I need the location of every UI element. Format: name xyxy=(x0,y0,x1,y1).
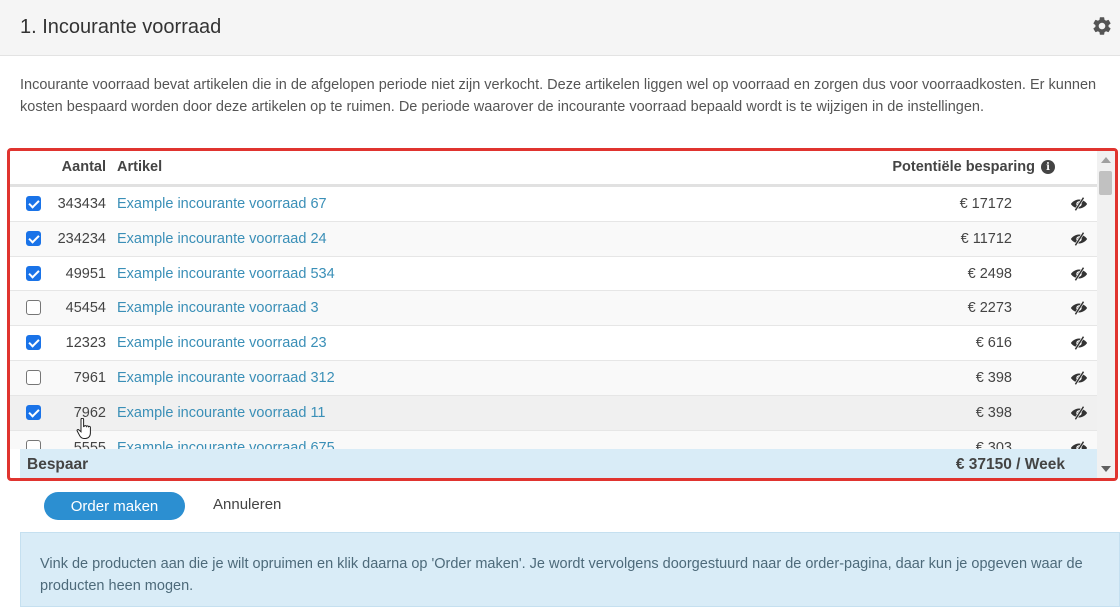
row-aantal: 7962 xyxy=(73,404,106,421)
row-besparing: € 616 xyxy=(975,335,1012,352)
scroll-down-arrow[interactable] xyxy=(1101,466,1111,472)
info-icon[interactable]: i xyxy=(1041,160,1055,174)
table-row[interactable]: 234234 Example incourante voorraad 24 € 11… xyxy=(10,221,1100,257)
row-aantal: 7961 xyxy=(73,369,106,386)
table-row[interactable]: 7962 Example incourante voorraad 11 € 398 xyxy=(10,395,1100,431)
page-title: 1. Incourante voorraad xyxy=(20,16,222,38)
row-artikel-link[interactable]: Example incourante voorraad 23 xyxy=(117,335,327,351)
row-aantal: 45454 xyxy=(65,300,106,317)
row-aantal: 234234 xyxy=(57,230,106,247)
table-footer: Bespaar € 37150 / Week xyxy=(20,449,1100,478)
order-maken-button[interactable]: Order maken xyxy=(44,492,185,520)
footer-total: € 37150 / Week xyxy=(955,456,1065,473)
row-checkbox[interactable] xyxy=(26,404,41,420)
hide-eye-icon[interactable] xyxy=(1070,440,1088,449)
intro-text: Incourante voorraad bevat artikelen die … xyxy=(20,77,1097,115)
row-besparing: € 11712 xyxy=(960,230,1012,247)
gear-icon[interactable] xyxy=(1091,15,1113,37)
row-aantal: 12323 xyxy=(65,335,106,352)
table-row[interactable]: 7961 Example incourante voorraad 312 € 398 xyxy=(10,360,1100,396)
row-besparing: € 398 xyxy=(975,369,1012,386)
row-aantal: 5555 xyxy=(73,439,106,449)
row-besparing: € 303 xyxy=(975,439,1012,449)
column-header-artikel[interactable]: Artikel xyxy=(117,159,162,175)
annuleren-link[interactable]: Annuleren xyxy=(213,496,281,513)
row-checkbox[interactable] xyxy=(26,230,41,246)
row-artikel-link[interactable]: Example incourante voorraad 67 xyxy=(117,196,327,212)
table-scrollbar[interactable] xyxy=(1097,151,1115,478)
table-row[interactable]: 5555 Example incourante voorraad 675 € 303 xyxy=(10,430,1100,449)
row-besparing: € 2273 xyxy=(967,300,1012,317)
footer-label: Bespaar xyxy=(27,456,89,473)
row-checkbox[interactable] xyxy=(26,335,41,351)
table-row[interactable]: 343434 Example incourante voorraad 67 € 17… xyxy=(10,187,1100,222)
row-aantal: 49951 xyxy=(65,265,106,282)
row-artikel-link[interactable]: Example incourante voorraad 3 xyxy=(117,300,319,316)
help-box: Vink de producten aan die je wilt opruim… xyxy=(20,532,1120,607)
table-row[interactable]: 45454 Example incourante voorraad 3 € 2273 xyxy=(10,291,1100,327)
row-artikel-link[interactable]: Example incourante voorraad 11 xyxy=(117,405,326,421)
hide-eye-icon[interactable] xyxy=(1070,266,1088,282)
table-body: 343434 Example incourante voorraad 67 € 17… xyxy=(10,187,1100,449)
row-artikel-link[interactable]: Example incourante voorraad 675 xyxy=(117,440,335,449)
row-artikel-link[interactable]: Example incourante voorraad 24 xyxy=(117,231,327,247)
row-besparing: € 17172 xyxy=(959,196,1012,212)
column-header-besparing-label: Potentiële besparing xyxy=(892,159,1035,175)
row-besparing: € 2498 xyxy=(967,265,1012,282)
scroll-thumb[interactable] xyxy=(1099,171,1112,195)
row-artikel-link[interactable]: Example incourante voorraad 534 xyxy=(117,266,335,282)
row-checkbox[interactable] xyxy=(26,265,41,281)
table-row[interactable]: 49951 Example incourante voorraad 534 € 24… xyxy=(10,257,1100,292)
scroll-up-arrow[interactable] xyxy=(1101,157,1111,163)
row-artikel-link[interactable]: Example incourante voorraad 312 xyxy=(117,370,335,386)
table-row[interactable]: 12323 Example incourante voorraad 23 € 616 xyxy=(10,326,1100,361)
row-checkbox[interactable] xyxy=(26,369,41,385)
row-checkbox[interactable] xyxy=(26,300,41,316)
incourante-table: Aantal Artikel Potentiële besparing i 34… xyxy=(7,148,1118,481)
column-header-besparing[interactable]: Potentiële besparing i xyxy=(892,159,1055,175)
hide-eye-icon[interactable] xyxy=(1070,335,1088,351)
column-header-aantal[interactable]: Aantal xyxy=(62,159,106,175)
row-aantal: 343434 xyxy=(57,196,106,212)
hide-eye-icon[interactable] xyxy=(1070,231,1088,247)
hide-eye-icon[interactable] xyxy=(1070,370,1088,386)
row-besparing: € 398 xyxy=(975,404,1012,421)
panel-header: 1. Incourante voorraad xyxy=(0,0,1120,56)
table-header: Aantal Artikel Potentiële besparing i xyxy=(10,151,1100,187)
help-text: Vink de producten aan die je wilt opruim… xyxy=(40,556,1083,594)
row-checkbox[interactable] xyxy=(26,196,41,211)
row-checkbox[interactable] xyxy=(26,439,41,449)
hide-eye-icon[interactable] xyxy=(1070,405,1088,421)
hide-eye-icon[interactable] xyxy=(1070,196,1088,212)
hide-eye-icon[interactable] xyxy=(1070,300,1088,316)
